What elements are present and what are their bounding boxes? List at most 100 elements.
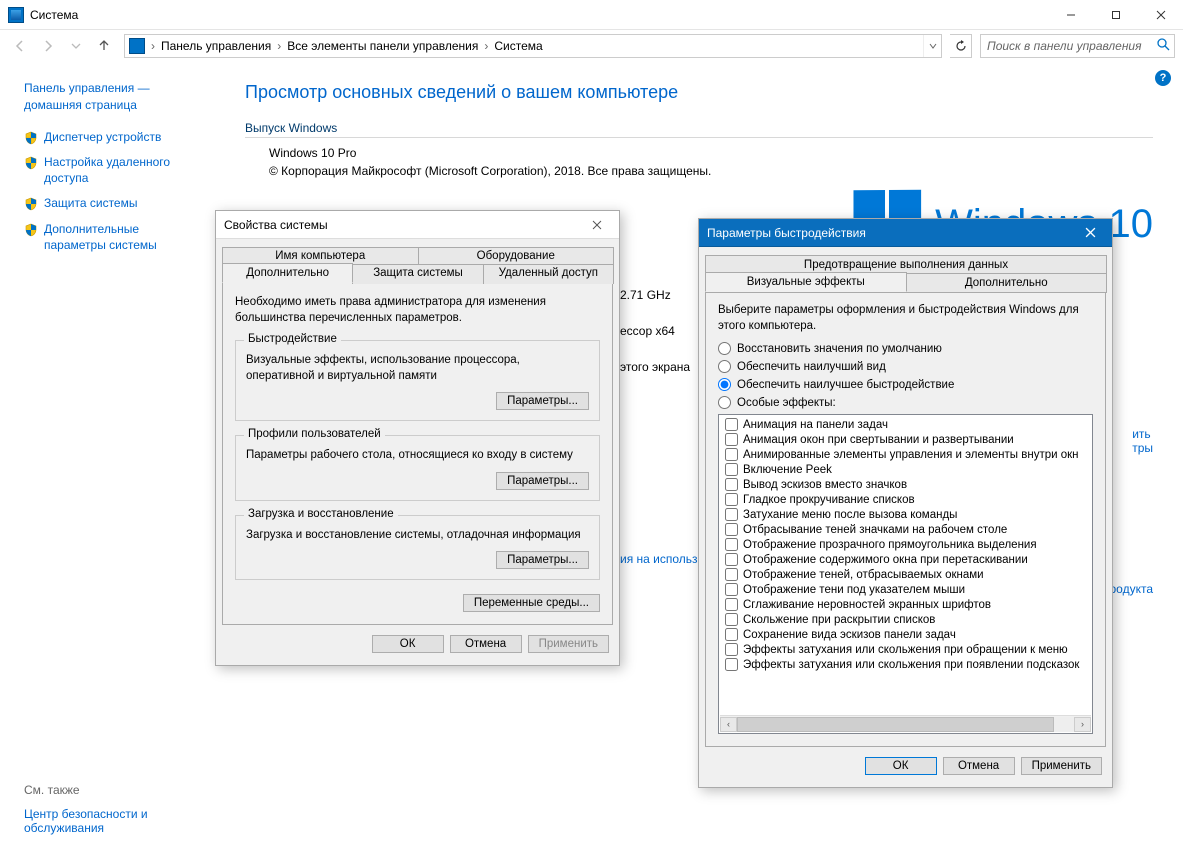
- effect-checkbox-item[interactable]: Отображение содержимого окна при перетас…: [719, 552, 1092, 567]
- dialog-titlebar[interactable]: Свойства системы: [216, 211, 619, 239]
- scroll-left-button[interactable]: ‹: [720, 717, 737, 732]
- effect-checkbox[interactable]: [725, 613, 738, 626]
- user-profiles-settings-button[interactable]: Параметры...: [496, 472, 589, 490]
- sidebar-link-advanced[interactable]: Дополнительные параметры системы: [24, 222, 203, 253]
- effect-checkbox-item[interactable]: Сохранение вида эскизов панели задач: [719, 627, 1092, 642]
- maximize-button[interactable]: [1093, 0, 1138, 30]
- search-icon[interactable]: [1157, 38, 1170, 54]
- effect-checkbox-item[interactable]: Включение Peek: [719, 462, 1092, 477]
- close-button[interactable]: [1138, 0, 1183, 30]
- effect-checkbox-item[interactable]: Отображение тени под указателем мыши: [719, 582, 1092, 597]
- apply-button[interactable]: Применить: [1021, 757, 1102, 775]
- sidebar-link-device-manager[interactable]: Диспетчер устройств: [24, 130, 203, 146]
- tab-hardware[interactable]: Оборудование: [418, 247, 615, 264]
- ok-button[interactable]: ОК: [372, 635, 444, 653]
- chevron-right-icon[interactable]: ›: [149, 39, 157, 53]
- effect-checkbox[interactable]: [725, 508, 738, 521]
- minimize-button[interactable]: [1048, 0, 1093, 30]
- effect-checkbox[interactable]: [725, 523, 738, 536]
- back-button[interactable]: [8, 34, 32, 58]
- chevron-right-icon[interactable]: ›: [275, 39, 283, 53]
- section-header-edition: Выпуск Windows: [245, 121, 1153, 138]
- effect-checkbox[interactable]: [725, 418, 738, 431]
- effect-checkbox-item[interactable]: Эффекты затухания или скольжения при обр…: [719, 642, 1092, 657]
- tab-remote[interactable]: Удаленный доступ: [483, 264, 614, 284]
- effect-checkbox[interactable]: [725, 628, 738, 641]
- environment-variables-button[interactable]: Переменные среды...: [463, 594, 600, 612]
- tab-computer-name[interactable]: Имя компьютера: [222, 247, 419, 264]
- effect-checkbox[interactable]: [725, 463, 738, 476]
- effect-checkbox[interactable]: [725, 658, 738, 671]
- effect-label: Эффекты затухания или скольжения при поя…: [743, 659, 1079, 671]
- address-history-dropdown[interactable]: [923, 35, 941, 57]
- effect-checkbox-item[interactable]: Затухание меню после вызова команды: [719, 507, 1092, 522]
- effect-checkbox-item[interactable]: Сглаживание неровностей экранных шрифтов: [719, 597, 1092, 612]
- radio-best-performance[interactable]: Обеспечить наилучшее быстродействие: [718, 378, 1093, 391]
- horizontal-scrollbar[interactable]: ‹ ›: [720, 715, 1091, 732]
- cancel-button[interactable]: Отмена: [450, 635, 522, 653]
- search-box[interactable]: [980, 34, 1175, 58]
- effects-checklist[interactable]: Анимация на панели задач Анимация окон пр…: [718, 414, 1093, 734]
- effect-checkbox[interactable]: [725, 478, 738, 491]
- see-also-link[interactable]: Центр безопасности и обслуживания: [24, 807, 203, 835]
- scroll-track[interactable]: [737, 717, 1074, 732]
- scroll-right-button[interactable]: ›: [1074, 717, 1091, 732]
- radio-best-appearance[interactable]: Обеспечить наилучший вид: [718, 360, 1093, 373]
- effect-checkbox-item[interactable]: Отбрасывание теней значками на рабочем с…: [719, 522, 1092, 537]
- radio-let-windows-choose[interactable]: Восстановить значения по умолчанию: [718, 342, 1093, 355]
- titlebar: Система: [0, 0, 1183, 30]
- dialog-close-button[interactable]: [583, 214, 611, 236]
- dialog-close-button[interactable]: [1076, 222, 1104, 244]
- control-panel-home-link[interactable]: Панель управления — домашняя страница: [24, 80, 203, 114]
- tab-advanced-perf[interactable]: Дополнительно: [906, 273, 1108, 293]
- chevron-right-icon[interactable]: ›: [482, 39, 490, 53]
- up-button[interactable]: [92, 34, 116, 58]
- effect-checkbox[interactable]: [725, 433, 738, 446]
- effect-checkbox-item[interactable]: Анимация окон при свертывании и разверты…: [719, 432, 1092, 447]
- screen-fragment: этого экрана: [620, 360, 690, 374]
- effect-checkbox[interactable]: [725, 643, 738, 656]
- effect-checkbox-item[interactable]: Скольжение при раскрытии списков: [719, 612, 1092, 627]
- cancel-button[interactable]: Отмена: [943, 757, 1015, 775]
- see-also-label: См. также: [24, 783, 203, 797]
- group-title: Быстродействие: [244, 333, 341, 345]
- effect-checkbox[interactable]: [725, 493, 738, 506]
- sidebar-link-remote[interactable]: Настройка удаленного доступа: [24, 155, 203, 186]
- refresh-button[interactable]: [950, 34, 972, 58]
- effect-checkbox[interactable]: [725, 583, 738, 596]
- breadcrumb-item[interactable]: Панель управления: [157, 35, 275, 57]
- search-input[interactable]: [981, 35, 1174, 57]
- effect-checkbox[interactable]: [725, 568, 738, 581]
- tab-visual-effects[interactable]: Визуальные эффекты: [705, 272, 907, 292]
- effect-checkbox[interactable]: [725, 553, 738, 566]
- performance-settings-button[interactable]: Параметры...: [496, 392, 589, 410]
- effect-checkbox-item[interactable]: Гладкое прокручивание списков: [719, 492, 1092, 507]
- effect-label: Анимация окон при свертывании и разверты…: [743, 434, 1014, 446]
- address-bar[interactable]: › Панель управления › Все элементы панел…: [124, 34, 942, 58]
- effect-label: Эффекты затухания или скольжения при обр…: [743, 644, 1068, 656]
- shield-icon: [24, 131, 38, 145]
- effect-checkbox-item[interactable]: Анимированные элементы управления и элем…: [719, 447, 1092, 462]
- change-settings-link-fragment[interactable]: ить тры: [1132, 427, 1153, 455]
- scroll-thumb[interactable]: [737, 717, 1054, 732]
- forward-button[interactable]: [36, 34, 60, 58]
- effect-checkbox[interactable]: [725, 598, 738, 611]
- radio-custom[interactable]: Особые эффекты:: [718, 396, 1093, 409]
- startup-recovery-settings-button[interactable]: Параметры...: [496, 551, 589, 569]
- effect-checkbox[interactable]: [725, 448, 738, 461]
- tab-advanced[interactable]: Дополнительно: [222, 263, 353, 283]
- effect-checkbox-item[interactable]: Отображение прозрачного прямоугольника в…: [719, 537, 1092, 552]
- breadcrumb-item[interactable]: Система: [490, 35, 546, 57]
- apply-button[interactable]: Применить: [528, 635, 609, 653]
- dialog-titlebar[interactable]: Параметры быстродействия: [699, 219, 1112, 247]
- effect-checkbox-item[interactable]: Вывод эскизов вместо значков: [719, 477, 1092, 492]
- effect-checkbox-item[interactable]: Отображение теней, отбрасываемых окнами: [719, 567, 1092, 582]
- effect-checkbox[interactable]: [725, 538, 738, 551]
- ok-button[interactable]: ОК: [865, 757, 937, 775]
- recent-locations-button[interactable]: [64, 34, 88, 58]
- tab-protection[interactable]: Защита системы: [352, 264, 483, 284]
- sidebar-link-protection[interactable]: Защита системы: [24, 196, 203, 212]
- effect-checkbox-item[interactable]: Эффекты затухания или скольжения при поя…: [719, 657, 1092, 672]
- effect-checkbox-item[interactable]: Анимация на панели задач: [719, 417, 1092, 432]
- breadcrumb-item[interactable]: Все элементы панели управления: [283, 35, 482, 57]
